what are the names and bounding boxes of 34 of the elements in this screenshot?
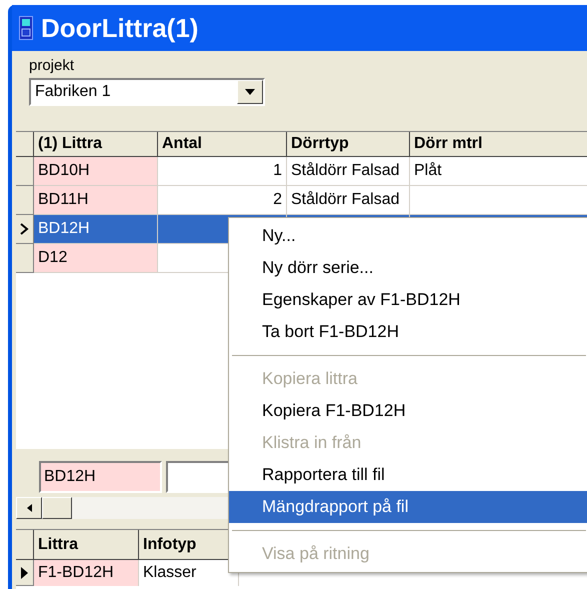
- menu-item[interactable]: Rapportera till fil: [229, 459, 587, 491]
- table-cell: F1-BD12H: [34, 560, 139, 586]
- window-icon: [19, 16, 33, 40]
- table-cell: Ståldörr Falsad: [287, 157, 410, 186]
- table-cell: BD11H: [34, 186, 158, 215]
- project-dropdown[interactable]: Fabriken 1: [29, 78, 265, 106]
- column-header[interactable]: Littra: [34, 530, 139, 560]
- corner-header: [16, 530, 34, 560]
- corner-header: [16, 132, 34, 157]
- table-cell: Ståldörr Falsad: [287, 186, 410, 215]
- column-header[interactable]: Dörrtyp: [287, 132, 410, 157]
- table-cell: 2: [158, 186, 287, 215]
- menu-item[interactable]: Kopiera F1-BD12H: [229, 395, 587, 427]
- scroll-left-icon[interactable]: [26, 504, 32, 512]
- menu-item[interactable]: Ny dörr serie...: [229, 252, 587, 284]
- current-row-icon: [20, 566, 29, 578]
- current-row-icon: [20, 223, 29, 235]
- window-title: DoorLittra(1): [41, 12, 198, 44]
- row-header[interactable]: [16, 560, 34, 586]
- table-cell: BD12H: [34, 215, 158, 244]
- menu-item[interactable]: Ny...: [229, 220, 587, 252]
- column-header[interactable]: (1) Littra: [34, 132, 158, 157]
- menu-item[interactable]: Mängdrapport på fil: [229, 491, 587, 523]
- column-header[interactable]: Dörr mtrl: [410, 132, 587, 157]
- table-cell: BD10H: [34, 157, 158, 186]
- row-header[interactable]: [16, 215, 34, 244]
- project-label: projekt: [29, 57, 76, 75]
- table-cell: 1: [158, 157, 287, 186]
- text-field[interactable]: BD12H: [39, 461, 162, 493]
- menu-item[interactable]: Egenskaper av F1-BD12H: [229, 284, 587, 316]
- menu-item[interactable]: Ta bort F1-BD12H: [229, 316, 587, 348]
- table-cell: D12: [34, 244, 158, 273]
- scroll-thumb[interactable]: [42, 497, 72, 519]
- column-header[interactable]: Antal: [158, 132, 287, 157]
